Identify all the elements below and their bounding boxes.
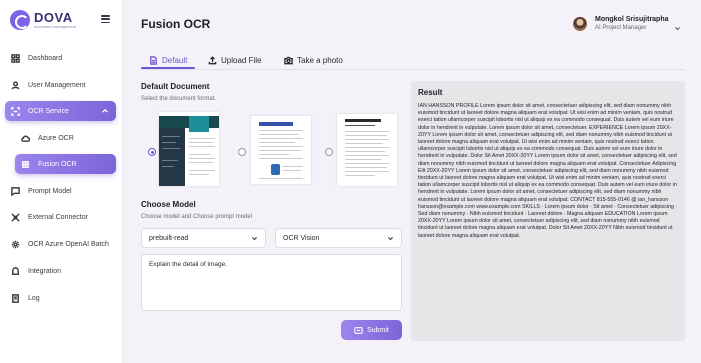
user-icon xyxy=(11,80,20,90)
document-template-resume-1[interactable] xyxy=(159,112,219,186)
submit-button[interactable]: Submit xyxy=(341,320,402,340)
result-panel: Result IAN HANSSON PROFILE Lorem ipsum d… xyxy=(411,81,685,341)
sidebar-item-external-connector[interactable]: External Connector xyxy=(5,207,116,227)
user-role: AI Project Manager xyxy=(595,25,647,31)
tab-upload-file[interactable]: Upload File xyxy=(208,54,261,67)
prompt-icon xyxy=(11,186,20,196)
user-profile-menu[interactable]: Mongkol Srisujitrapha AI Project Manager xyxy=(573,15,680,33)
result-title: Result xyxy=(418,88,443,97)
upload-icon xyxy=(208,56,217,65)
fusion-icon xyxy=(21,160,30,169)
chevron-down-icon xyxy=(251,235,258,242)
grid-icon xyxy=(11,53,20,63)
result-text: IAN HANSSON PROFILE Lorem ipsum dolor si… xyxy=(418,103,678,239)
tab-label: Default xyxy=(162,56,188,65)
ocr-icon xyxy=(11,106,20,116)
brand-tagline: document management xyxy=(34,23,77,29)
submit-icon xyxy=(354,326,363,334)
tab-divider xyxy=(141,69,685,70)
camera-icon xyxy=(284,56,293,65)
sidebar-item-user-management[interactable]: User Management xyxy=(5,75,116,95)
page-title: Fusion OCR xyxy=(141,17,211,31)
avatar xyxy=(573,17,587,31)
sidebar-item-fusion-ocr[interactable]: Fusion OCR xyxy=(15,154,116,174)
chevron-down-icon xyxy=(674,19,681,31)
sidebar-item-integration[interactable]: Integration xyxy=(5,261,116,281)
chevron-up-icon xyxy=(101,107,109,115)
sidebar-item-label: Prompt Model xyxy=(28,187,72,195)
tab-default[interactable]: Default xyxy=(149,54,187,67)
sidebar-item-label: User Management xyxy=(28,81,86,89)
document-format-radio-3[interactable] xyxy=(325,148,333,156)
brand-name: DOVA xyxy=(34,9,73,25)
document-format-radio-2[interactable] xyxy=(238,148,246,156)
document-format-radio-1[interactable] xyxy=(148,148,156,156)
prompt-textarea[interactable]: Explain the detail of image. xyxy=(141,254,402,311)
document-template-2[interactable] xyxy=(251,116,311,184)
logo: DOVA document management xyxy=(10,9,76,31)
model-select-value: prebuilt-read xyxy=(149,234,189,242)
sidebar-item-prompt-model[interactable]: Prompt Model xyxy=(5,181,116,201)
sidebar-item-label: Azure OCR xyxy=(38,134,74,142)
integration-icon xyxy=(11,266,20,276)
hamburger-menu-icon[interactable] xyxy=(101,15,110,23)
sidebar-item-ocr-azure-openai-batch[interactable]: OCR Azure OpenAI Batch xyxy=(5,234,116,254)
sidebar-item-log[interactable]: Log xyxy=(5,288,116,308)
sidebar-item-label: Fusion OCR xyxy=(38,160,77,168)
tab-label: Take a photo xyxy=(297,56,343,65)
user-name: Mongkol Srisujitrapha xyxy=(595,16,669,23)
cloud-icon xyxy=(21,134,30,143)
tab-label: Upload File xyxy=(221,56,262,65)
default-document-title: Default Document xyxy=(141,82,210,91)
sidebar-item-azure-ocr[interactable]: Azure OCR xyxy=(15,128,116,148)
document-template-3[interactable] xyxy=(337,114,397,186)
log-icon xyxy=(11,293,20,303)
default-document-subtitle: Select the document format. xyxy=(141,96,217,102)
choose-model-title: Choose Model xyxy=(141,200,196,209)
batch-icon xyxy=(11,240,20,249)
sidebar: DOVA document management Dashboard User … xyxy=(0,0,123,363)
submit-label: Submit xyxy=(367,326,389,334)
sidebar-item-label: Dashboard xyxy=(28,54,63,62)
sidebar-item-label: Log xyxy=(28,294,40,302)
sidebar-item-label: External Connector xyxy=(28,213,88,221)
sidebar-item-label: Integration xyxy=(28,267,62,275)
prompt-model-select-value: OCR Vision xyxy=(283,234,320,242)
connector-icon xyxy=(11,212,20,222)
choose-model-subtitle: Choose model and Choose prompt model xyxy=(141,214,253,220)
model-select[interactable]: prebuilt-read xyxy=(141,228,266,248)
sidebar-item-dashboard[interactable]: Dashboard xyxy=(5,48,116,68)
prompt-model-select[interactable]: OCR Vision xyxy=(275,228,402,248)
logo-icon xyxy=(10,10,30,30)
sidebar-item-ocr-service[interactable]: OCR Service xyxy=(5,101,116,121)
document-icon xyxy=(149,56,158,65)
chevron-down-icon xyxy=(387,235,394,242)
sidebar-item-label: OCR Service xyxy=(28,107,69,115)
tab-take-a-photo[interactable]: Take a photo xyxy=(284,54,343,67)
sidebar-item-label: OCR Azure OpenAI Batch xyxy=(28,240,109,248)
